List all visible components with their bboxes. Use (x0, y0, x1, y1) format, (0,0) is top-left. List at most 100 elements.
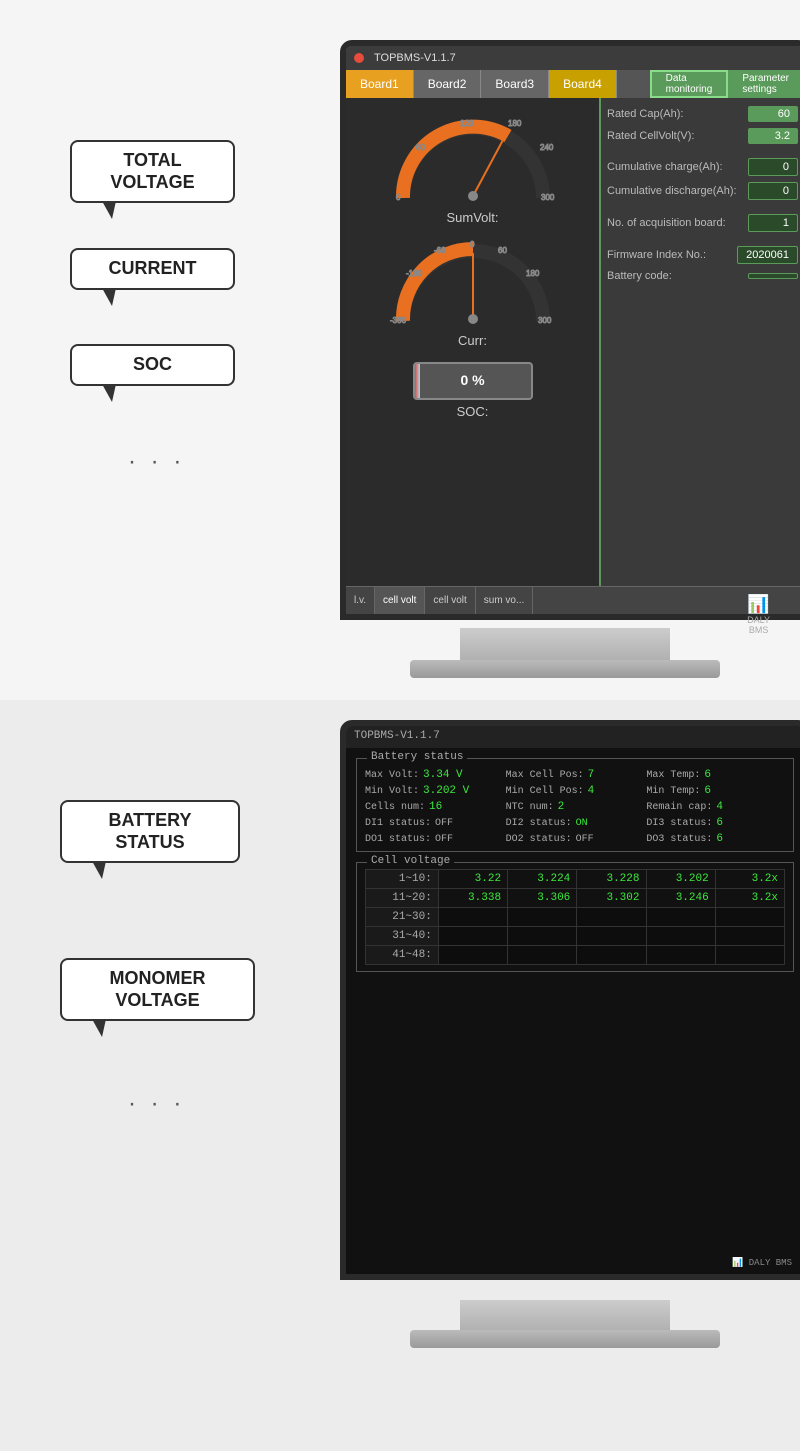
battery-tip (531, 374, 533, 392)
monitor-1: TOPBMS-V1.1.7 Board1 Board2 Board3 Board… (340, 40, 800, 620)
battery-code-row: Battery code: (607, 270, 798, 282)
rated-cap-value: 60 (748, 106, 798, 122)
content-area: 0 60 120 180 240 300 SumVolt: (346, 98, 800, 586)
curr-gauge: -300 -180 -60 0 60 180 300 (388, 231, 558, 331)
svg-text:180: 180 (526, 269, 540, 278)
max-temp-item: Max Temp: 6 (646, 769, 785, 781)
svg-text:-300: -300 (390, 316, 407, 325)
svg-text:-180: -180 (406, 269, 423, 278)
cell-value-0-4: 3.2x (715, 870, 784, 889)
battery-status-grid: Max Volt: 3.34 V Max Cell Pos: 7 Max Tem… (365, 769, 785, 845)
min-temp-label: Min Temp: (646, 786, 700, 797)
sumvolt-gauge: 0 60 120 180 240 300 (388, 108, 558, 208)
max-cell-pos-value: 7 (588, 769, 595, 781)
min-cell-pos-label: Min Cell Pos: (506, 786, 584, 797)
min-volt-label: Min Volt: (365, 786, 419, 797)
tab-board4[interactable]: Board4 (549, 70, 617, 98)
acq-board-value: 1 (748, 214, 798, 232)
bubble-battery-status: BATTERY STATUS (60, 800, 240, 863)
btab-lv[interactable]: l.v. (346, 587, 375, 614)
battery-code-label: Battery code: (607, 270, 672, 282)
monitor-2-base (410, 1330, 720, 1348)
cell-value-0-2: 3.228 (577, 870, 646, 889)
app-window-1: TOPBMS-V1.1.7 Board1 Board2 Board3 Board… (346, 46, 800, 614)
cell-value-2-2 (577, 908, 646, 927)
max-cell-pos-item: Max Cell Pos: 7 (506, 769, 645, 781)
bubble-total-voltage-text: TOTAL VOLTAGE (110, 150, 194, 192)
right-settings-panel: Rated Cap(Ah): 60 Rated CellVolt(V): 3.2… (599, 98, 800, 586)
monitor-1-base (410, 660, 720, 678)
title-dot (354, 53, 364, 63)
min-volt-value: 3.202 V (423, 785, 469, 797)
dots-2: · · · (128, 1090, 185, 1118)
btab-cellvolt2[interactable]: cell volt (425, 587, 475, 614)
daly-logo-1: 📊 DALYBMS (747, 594, 770, 635)
tab-board1[interactable]: Board1 (346, 70, 414, 98)
max-temp-label: Max Temp: (646, 770, 700, 781)
monitor-2: TOPBMS-V1.1.7 Battery status Max Volt: 3… (340, 720, 800, 1280)
rated-cell-volt-label: Rated CellVolt(V): (607, 130, 694, 142)
cell-value-4-4 (715, 946, 784, 965)
bubble-current: CURRENT (70, 248, 235, 290)
cum-charge-label: Cumulative charge(Ah): (607, 161, 723, 173)
svg-text:60: 60 (498, 246, 507, 255)
firmware-label: Firmware Index No.: (607, 249, 706, 261)
svg-text:120: 120 (460, 119, 474, 128)
cell-value-4-3 (646, 946, 715, 965)
max-volt-label: Max Volt: (365, 770, 419, 781)
cell-value-1-0: 3.338 (438, 889, 507, 908)
cell-row-label-2: 21~30: (366, 908, 439, 927)
cell-row-label-4: 41~48: (366, 946, 439, 965)
tab-board2[interactable]: Board2 (414, 70, 482, 98)
bubble-current-text: CURRENT (109, 258, 197, 278)
bubble-monomer-voltage: MONOMER VOLTAGE (60, 958, 255, 1021)
soc-label: SOC: (457, 404, 489, 419)
do3-item: DO3 status: 6 (646, 833, 785, 845)
svg-text:300: 300 (541, 193, 555, 202)
acq-board-label: No. of acquisition board: (607, 217, 726, 229)
bubble-battery-text: BATTERY STATUS (109, 810, 192, 852)
cell-value-0-0: 3.22 (438, 870, 507, 889)
firmware-value: 2020061 (737, 246, 798, 264)
svg-text:0: 0 (396, 193, 401, 202)
acq-board-row: No. of acquisition board: 1 (607, 214, 798, 232)
di1-label: DI1 status: (365, 818, 431, 829)
app2-title: TOPBMS-V1.1.7 (346, 726, 800, 748)
soc-container: 0 % SOC: (413, 358, 533, 419)
remain-cap-value: 4 (716, 801, 723, 813)
dots-1: · · · (128, 448, 185, 476)
svg-text:-60: -60 (434, 246, 446, 255)
bottom-tabs[interactable]: l.v. cell volt cell volt sum vo... (346, 586, 800, 614)
bubble-total-voltage: TOTAL VOLTAGE (70, 140, 235, 203)
app-window-2: TOPBMS-V1.1.7 Battery status Max Volt: 3… (346, 726, 800, 1274)
cell-voltage-row-2: 21~30: (366, 908, 785, 927)
sub-tab-parameter-settings[interactable]: Parametersettings (728, 70, 800, 98)
sub-tab-data-monitoring[interactable]: Datamonitoring (650, 70, 729, 98)
sumvolt-label: SumVolt: (446, 210, 498, 225)
board-tabs[interactable]: Board1 Board2 Board3 Board4 Datamonitori… (346, 70, 800, 98)
cell-row-label-3: 31~40: (366, 927, 439, 946)
di1-item: DI1 status: OFF (365, 817, 504, 829)
btab-cellvolt1[interactable]: cell volt (375, 587, 425, 614)
curr-gauge-container: -300 -180 -60 0 60 180 300 Curr: (356, 231, 589, 348)
daly-icon: 📊 (747, 594, 770, 615)
section-1: TOTAL VOLTAGE CURRENT SOC · · · TOPBMS-V… (0, 0, 800, 700)
cum-charge-row: Cumulative charge(Ah): 0 (607, 158, 798, 176)
cell-value-2-3 (646, 908, 715, 927)
cell-value-4-1 (508, 946, 577, 965)
do1-label: DO1 status: (365, 834, 431, 845)
cell-value-1-2: 3.302 (577, 889, 646, 908)
cum-discharge-value: 0 (748, 182, 798, 200)
remain-cap-item: Remain cap: 4 (646, 801, 785, 813)
cell-voltage-section: Cell voltage 1~10:3.223.2243.2283.2023.2… (356, 862, 794, 972)
battery-status-section: Battery status Max Volt: 3.34 V Max Cell… (356, 758, 794, 852)
cum-discharge-label: Cumulative discharge(Ah): (607, 185, 737, 197)
max-temp-value: 6 (704, 769, 711, 781)
btab-sumvo[interactable]: sum vo... (476, 587, 534, 614)
min-temp-item: Min Temp: 6 (646, 785, 785, 797)
cell-value-1-3: 3.246 (646, 889, 715, 908)
cell-voltage-row-0: 1~10:3.223.2243.2283.2023.2x (366, 870, 785, 889)
tab-board3[interactable]: Board3 (481, 70, 549, 98)
battery-status-title: Battery status (367, 751, 467, 763)
di2-item: DI2 status: ON (506, 817, 645, 829)
